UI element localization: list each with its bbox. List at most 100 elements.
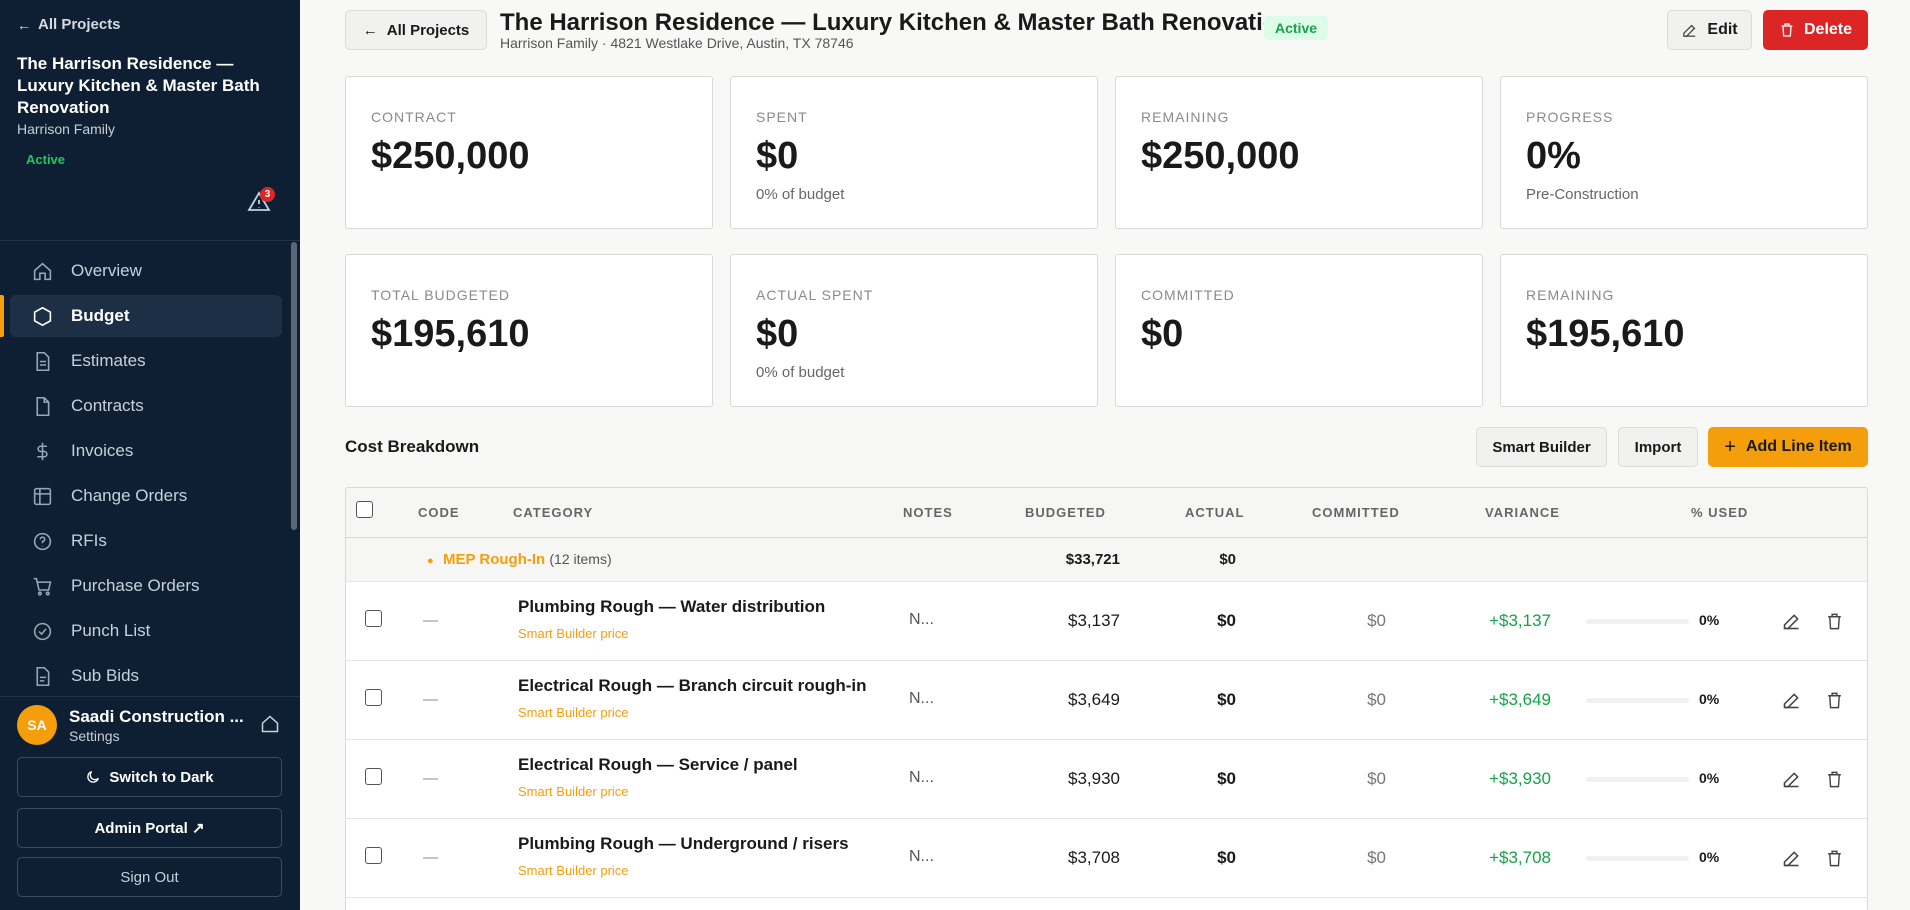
collapse-bullet-icon: ●: [427, 555, 434, 567]
user-company-name: Saadi Construction ...: [69, 706, 244, 726]
row-usage-bar: [1586, 777, 1689, 782]
page-subtitle: Harrison Family · 4821 Westlake Drive, A…: [500, 35, 854, 51]
row-name[interactable]: Electrical Rough — Branch circuit rough-…: [518, 676, 867, 696]
row-percent-used: 0%: [1699, 612, 1720, 628]
sidebar-item-contracts[interactable]: Contracts: [10, 385, 282, 427]
column-header-budgeted[interactable]: BUDGETED: [1025, 505, 1106, 520]
column-header-notes[interactable]: NOTES: [903, 505, 953, 520]
row-checkbox[interactable]: [365, 610, 382, 627]
column-header-percent-used[interactable]: % USED: [1691, 505, 1748, 520]
edit-icon[interactable]: [1781, 769, 1802, 790]
avatar: SA: [17, 705, 57, 745]
column-header-variance[interactable]: VARIANCE: [1485, 505, 1560, 520]
sidebar-item-estimates[interactable]: Estimates: [10, 340, 282, 382]
sidebar-item-punch-list[interactable]: Punch List: [10, 610, 282, 652]
stat-card-actual-spent: ACTUAL SPENT $0 0% of budget: [730, 254, 1098, 407]
home-button[interactable]: [260, 714, 282, 736]
row-actual: $0: [1217, 769, 1236, 788]
all-projects-link[interactable]: ← All Projects: [17, 16, 121, 33]
stat-card-contract: CONTRACT $250,000: [345, 76, 713, 229]
column-header-category[interactable]: CATEGORY: [513, 505, 593, 520]
moon-icon: [87, 771, 100, 783]
sidebar-scrollbar[interactable]: [291, 242, 297, 530]
sidebar-item-label: Overview: [71, 261, 142, 280]
dollar-icon: [37, 442, 48, 460]
edit-button[interactable]: Edit: [1667, 10, 1752, 50]
row-usage-bar: [1586, 856, 1689, 861]
all-projects-button-label: All Projects: [386, 21, 470, 39]
sidebar-item-rfis[interactable]: RFIs: [10, 520, 282, 562]
column-header-committed[interactable]: COMMITTED: [1312, 505, 1400, 520]
arrow-left-icon: ←: [362, 21, 378, 39]
row-notes[interactable]: N...: [909, 848, 934, 866]
row-source: Smart Builder price: [518, 863, 629, 878]
add-line-item-button[interactable]: + Add Line Item: [1708, 427, 1868, 467]
alerts-count-badge: 3: [260, 187, 275, 202]
import-label: Import: [1634, 438, 1682, 456]
row-source: Smart Builder price: [518, 705, 629, 720]
row-notes[interactable]: N...: [909, 769, 934, 787]
alerts-button[interactable]: 3: [247, 187, 275, 216]
stat-label: PROGRESS: [1526, 109, 1614, 125]
sidebar-footer: SA Saadi Construction ... Settings Switc…: [0, 696, 300, 910]
stat-value: $0: [756, 313, 799, 355]
trash-icon[interactable]: [1825, 611, 1844, 632]
stat-note: Pre-Construction: [1526, 186, 1639, 203]
row-variance: +$3,930: [1489, 769, 1551, 788]
trash-icon[interactable]: [1825, 690, 1844, 711]
row-budgeted: $3,708: [1068, 848, 1120, 867]
delete-button[interactable]: Delete: [1763, 10, 1868, 50]
row-notes[interactable]: N...: [909, 611, 934, 629]
sidebar-status: Active: [26, 152, 66, 167]
row-code: —: [423, 612, 438, 629]
sidebar-item-overview[interactable]: Overview: [10, 250, 282, 292]
row-percent-used: 0%: [1699, 691, 1720, 707]
stat-label: REMAINING: [1526, 287, 1615, 303]
edit-icon[interactable]: [1781, 611, 1802, 632]
switch-theme-button[interactable]: Switch to Dark: [17, 757, 282, 797]
trash-icon[interactable]: [1825, 769, 1844, 790]
sidebar-item-sub-bids[interactable]: Sub Bids: [10, 655, 282, 697]
column-header-code[interactable]: CODE: [418, 505, 460, 520]
sidebar-item-purchase-orders[interactable]: Purchase Orders: [10, 565, 282, 607]
sidebar-divider: [0, 240, 300, 241]
sign-out-label: Sign Out: [120, 868, 179, 886]
edit-icon[interactable]: [1781, 848, 1802, 869]
home-icon: [261, 715, 279, 733]
row-variance: +$3,137: [1489, 611, 1551, 630]
sidebar-item-label: RFIs: [71, 531, 107, 550]
row-notes[interactable]: N...: [909, 690, 934, 708]
row-checkbox[interactable]: [365, 689, 382, 706]
sidebar-item-invoices[interactable]: Invoices: [10, 430, 282, 472]
row-name[interactable]: Electrical Rough — Service / panel: [518, 755, 798, 775]
delete-label: Delete: [1803, 21, 1853, 38]
row-checkbox[interactable]: [365, 847, 382, 864]
edit-icon[interactable]: [1781, 690, 1802, 711]
row-code: —: [423, 770, 438, 787]
row-usage-bar: [1586, 698, 1689, 703]
row-name[interactable]: Plumbing Rough — Water distribution: [518, 597, 825, 617]
sidebar-item-label: Contracts: [71, 396, 144, 415]
stat-value: $0: [756, 135, 799, 177]
stat-value: $0: [1141, 313, 1184, 355]
select-all-checkbox[interactable]: [356, 501, 373, 518]
user-settings-link[interactable]: SA Saadi Construction ... Settings: [17, 705, 244, 745]
trash-icon[interactable]: [1825, 848, 1844, 869]
row-committed: $0: [1367, 848, 1386, 867]
stat-label: SPENT: [756, 109, 808, 125]
row-name[interactable]: Plumbing Rough — Underground / risers: [518, 834, 849, 854]
admin-portal-button[interactable]: Admin Portal ↗: [17, 808, 282, 848]
row-source: Smart Builder price: [518, 626, 629, 641]
row-checkbox[interactable]: [365, 768, 382, 785]
cost-breakdown-title: Cost Breakdown: [345, 437, 480, 456]
sign-out-button[interactable]: Sign Out: [17, 857, 282, 897]
sidebar-item-label: Estimates: [71, 351, 146, 370]
smart-builder-button[interactable]: Smart Builder: [1476, 427, 1607, 467]
all-projects-button[interactable]: ← All Projects: [345, 10, 487, 50]
column-header-actual[interactable]: ACTUAL: [1185, 505, 1244, 520]
import-button[interactable]: Import: [1618, 427, 1698, 467]
group-row-mep-rough-in[interactable]: ● MEP Rough-In (12 items) $33,721 $0: [346, 538, 1867, 582]
row-code: —: [423, 849, 438, 866]
sidebar-item-change-orders[interactable]: Change Orders: [10, 475, 282, 517]
sidebar-item-budget[interactable]: Budget: [0, 295, 282, 337]
